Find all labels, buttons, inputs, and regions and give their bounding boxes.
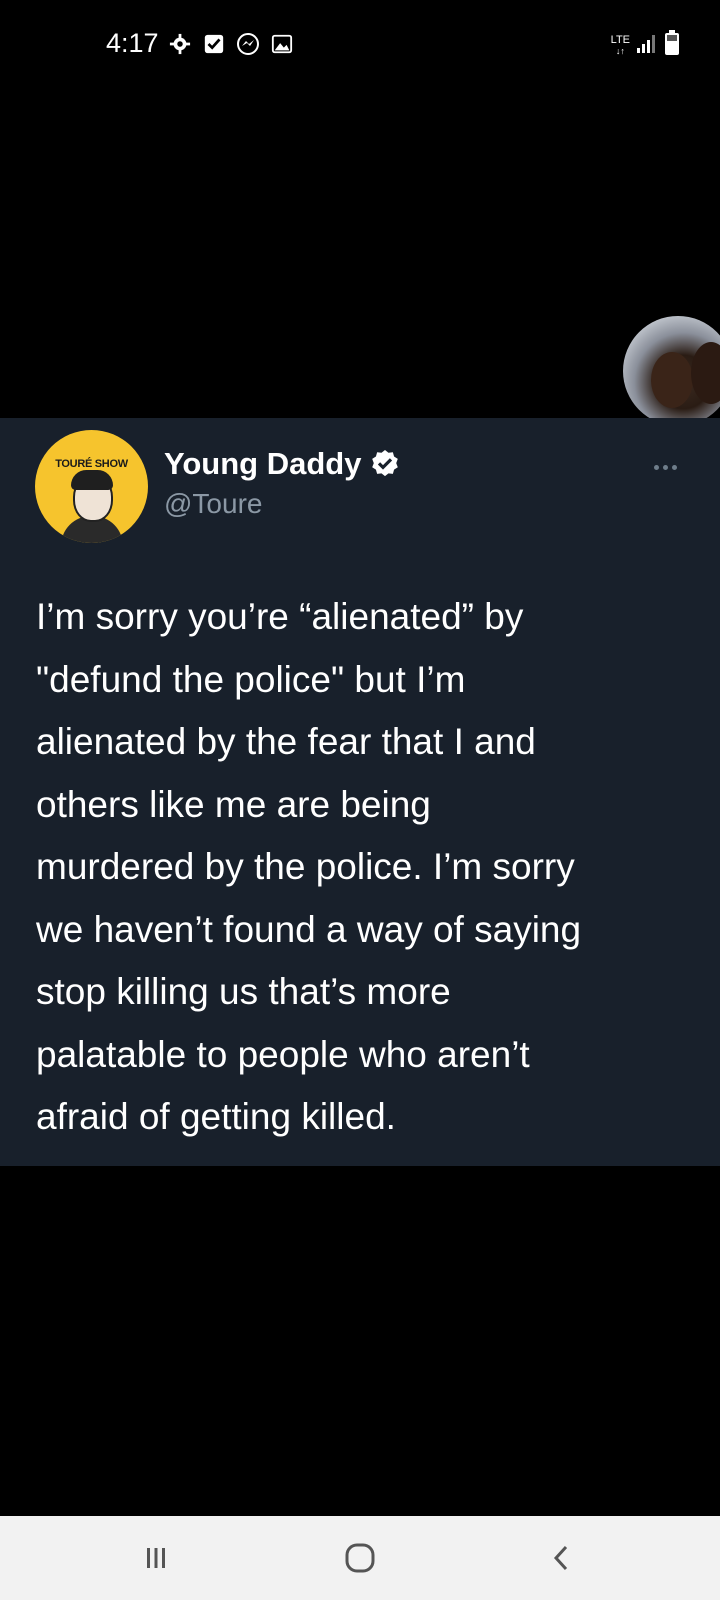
back-button[interactable] [532, 1536, 592, 1580]
home-button[interactable] [330, 1536, 390, 1580]
home-icon [345, 1543, 375, 1573]
checkbox-icon [202, 32, 226, 56]
video-person-left [651, 352, 693, 408]
recents-icon [147, 1548, 165, 1568]
verified-badge-icon [369, 448, 401, 480]
back-icon [553, 1545, 568, 1571]
gallery-icon [270, 32, 294, 56]
navigation-bar [0, 1516, 720, 1600]
display-name[interactable]: Young Daddy [164, 446, 361, 482]
user-handle[interactable]: @Toure [164, 488, 262, 520]
messenger-icon [236, 32, 260, 56]
status-bar: 4:17 LTE ↓↑ [0, 0, 720, 90]
recents-button[interactable] [126, 1536, 186, 1580]
video-call-bubble[interactable] [623, 316, 720, 426]
avatar[interactable]: TOURÉ SHOW [35, 430, 148, 543]
battery-icon [664, 30, 680, 61]
user-name-row[interactable]: Young Daddy [164, 446, 401, 482]
notification-icons [168, 32, 294, 56]
settings-icon [168, 32, 192, 56]
signal-icon [636, 32, 658, 59]
status-time: 4:17 [106, 28, 159, 58]
video-person-right [691, 342, 720, 404]
avatar-hair [71, 470, 113, 490]
network-type: LTE ↓↑ [610, 33, 630, 56]
avatar-label: TOURÉ SHOW [55, 458, 128, 470]
status-right: LTE ↓↑ [611, 30, 680, 61]
more-options-icon[interactable] [654, 460, 682, 474]
tweet-text: I’m sorry you’re “alienated” by "defund … [36, 596, 582, 1137]
